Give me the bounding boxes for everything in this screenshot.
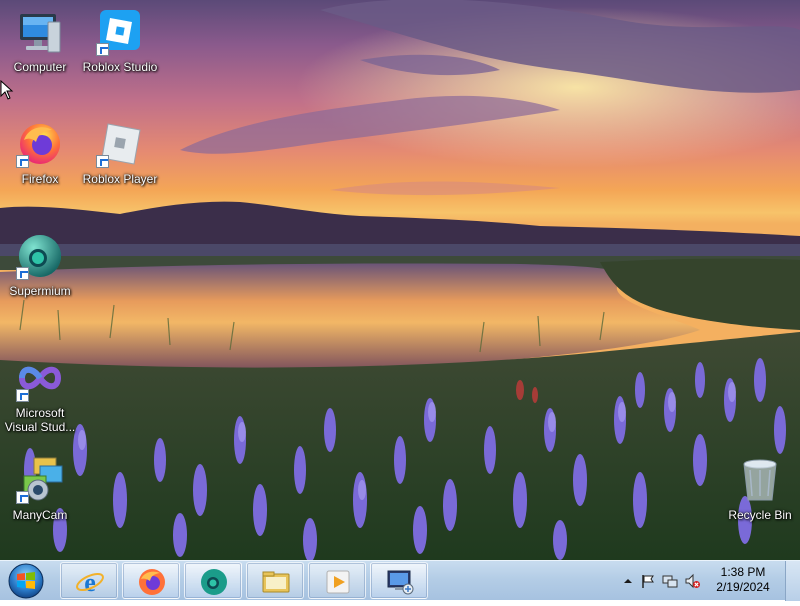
desktop-icon-label: Recycle Bin: [728, 508, 792, 522]
desktop-icon-label: Roblox Studio: [82, 60, 158, 74]
taskbar-button-media-player[interactable]: [308, 562, 366, 599]
recycle-bin-icon: [736, 456, 784, 504]
mouse-pointer-icon: [0, 80, 14, 100]
firefox-icon: [16, 120, 64, 168]
desktop-icon-label: Supermium: [9, 284, 71, 298]
folder-icon: [262, 571, 290, 593]
desktop-icon-supermium[interactable]: Supermium: [0, 232, 80, 298]
svg-text:e: e: [84, 568, 96, 597]
taskbar-button-remote-desktop[interactable]: [370, 562, 428, 599]
desktop-icon-label: Microsoft Visual Stud...: [4, 406, 76, 434]
notification-area: 1:38 PM 2/19/2024: [610, 561, 800, 601]
desktop-icon-computer[interactable]: Computer: [0, 8, 80, 74]
roblox-studio-icon: [96, 8, 144, 56]
network-icon[interactable]: [662, 573, 678, 589]
clock-date: 2/19/2024: [716, 580, 770, 594]
action-center-flag-icon[interactable]: [640, 573, 656, 589]
desktop-icon-roblox-player[interactable]: Roblox Player: [80, 120, 160, 186]
desktop-icon-roblox-studio[interactable]: Roblox Studio: [80, 8, 160, 74]
desktop-wallpaper: [0, 0, 800, 560]
clock-time: 1:38 PM: [720, 565, 766, 579]
shortcut-arrow-icon: [16, 389, 29, 402]
shortcut-arrow-icon: [16, 267, 29, 280]
clock[interactable]: 1:38 PM 2/19/2024: [710, 565, 776, 595]
computer-icon: [16, 8, 64, 56]
visual-studio-icon: [16, 354, 64, 402]
taskbar-button-firefox[interactable]: [122, 562, 180, 599]
wallpaper-landscape: [0, 0, 800, 560]
desktop-icon-label: Roblox Player: [82, 172, 158, 186]
roblox-player-icon: [96, 120, 144, 168]
desktop-icon-label: Firefox: [21, 172, 59, 186]
firefox-icon: [139, 569, 165, 595]
desktop-icon-visual-studio[interactable]: Microsoft Visual Stud...: [0, 354, 80, 434]
show-hidden-icons-icon[interactable]: [620, 573, 636, 589]
start-button[interactable]: [4, 561, 48, 601]
volume-muted-icon[interactable]: [684, 573, 700, 589]
taskbar-button-windows-explorer[interactable]: [246, 562, 304, 599]
shortcut-arrow-icon: [16, 155, 29, 168]
media-player-icon: [326, 570, 350, 594]
internet-explorer-icon: e: [76, 568, 104, 597]
desktop-icon-label: Computer: [13, 60, 67, 74]
shortcut-arrow-icon: [96, 43, 109, 56]
desktop-icon-label: ManyCam: [12, 508, 68, 522]
show-desktop-button[interactable]: [785, 561, 800, 601]
manycam-icon: [16, 456, 64, 504]
desktop-icon-recycle-bin[interactable]: Recycle Bin: [720, 456, 800, 522]
supermium-icon: [16, 232, 64, 280]
supermium-icon: [201, 569, 227, 595]
desktop-icon-manycam[interactable]: ManyCam: [0, 456, 80, 522]
desktop-icon-firefox[interactable]: Firefox: [0, 120, 80, 186]
shortcut-arrow-icon: [16, 491, 29, 504]
remote-desktop-icon: [387, 570, 414, 595]
taskbar-button-supermium[interactable]: [184, 562, 242, 599]
windows-start-orb-icon: [8, 563, 44, 599]
shortcut-arrow-icon: [96, 155, 109, 168]
taskbar-button-internet-explorer[interactable]: e: [60, 562, 118, 599]
taskbar: e 1:38 PM 2/19/2024: [0, 560, 800, 601]
